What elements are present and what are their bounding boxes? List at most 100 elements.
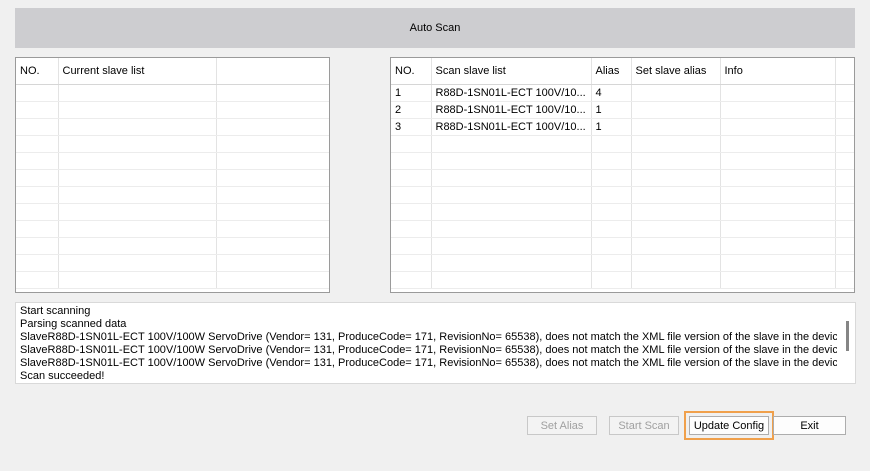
empty-row[interactable] (391, 203, 854, 221)
empty-row[interactable] (16, 135, 329, 153)
start-scan-button[interactable]: Start Scan (609, 416, 679, 435)
set-alias-button[interactable]: Set Alias (527, 416, 597, 435)
table-row[interactable]: 2 R88D-1SN01L-ECT 100V/10... 1 (391, 101, 854, 119)
table-cell (835, 169, 854, 187)
table-cell (58, 254, 217, 272)
table-cell (16, 101, 59, 119)
table-cell (720, 220, 836, 238)
table-cell (391, 237, 432, 255)
log-line: Start scanning (20, 305, 91, 317)
table-cell (16, 271, 59, 289)
table-cell (431, 271, 592, 289)
scan-log[interactable]: Start scanning Parsing scanned data SlaveR… (15, 302, 856, 384)
table-cell (431, 254, 592, 272)
table-cell: 2 (391, 101, 432, 119)
table-cell (16, 237, 59, 255)
empty-row[interactable] (16, 84, 329, 102)
table-cell: 1 (591, 118, 632, 136)
table-cell (58, 101, 217, 119)
exit-button[interactable]: Exit (773, 416, 846, 435)
empty-row[interactable] (16, 237, 329, 255)
col-header-alias[interactable]: Alias (591, 58, 632, 85)
empty-row[interactable] (16, 118, 329, 136)
col-header-no[interactable]: NO. (16, 58, 59, 85)
table-row[interactable]: 3 R88D-1SN01L-ECT 100V/10... 1 (391, 118, 854, 136)
col-header-current-slave-list[interactable]: Current slave list (58, 58, 217, 85)
table-cell: R88D-1SN01L-ECT 100V/10... (431, 101, 592, 119)
table-cell (58, 135, 217, 153)
scan-slave-grid[interactable]: NO. Scan slave list Alias Set slave alia… (390, 57, 855, 293)
empty-row[interactable] (391, 186, 854, 204)
table-cell (631, 254, 721, 272)
table-row[interactable]: 1 R88D-1SN01L-ECT 100V/10... 4 (391, 84, 854, 102)
table-cell (631, 220, 721, 238)
table-cell (58, 220, 217, 238)
col-header-no[interactable]: NO. (391, 58, 432, 85)
table-cell (58, 203, 217, 221)
col-header-set-slave-alias[interactable]: Set slave alias (631, 58, 721, 85)
empty-row[interactable] (16, 101, 329, 119)
empty-row[interactable] (391, 169, 854, 187)
table-cell (16, 135, 59, 153)
table-cell (591, 135, 632, 153)
table-cell (16, 152, 59, 170)
empty-row[interactable] (391, 271, 854, 289)
table-cell (631, 101, 721, 119)
table-cell (835, 220, 854, 238)
table-cell (58, 84, 217, 102)
log-scrollbar-thumb[interactable] (846, 321, 849, 351)
col-header-blank (216, 58, 329, 85)
table-cell (216, 271, 329, 289)
table-cell (216, 169, 329, 187)
empty-row[interactable] (391, 237, 854, 255)
empty-row[interactable] (16, 271, 329, 289)
empty-row[interactable] (16, 254, 329, 272)
col-header-info[interactable]: Info (720, 58, 836, 85)
table-cell (431, 237, 592, 255)
table-cell: 3 (391, 118, 432, 136)
table-cell (216, 118, 329, 136)
table-cell (835, 118, 854, 136)
table-cell (720, 101, 836, 119)
log-line: Parsing scanned data (20, 318, 127, 330)
update-config-button[interactable]: Update Config (684, 411, 774, 440)
table-cell (720, 169, 836, 187)
table-cell (631, 135, 721, 153)
table-cell: R88D-1SN01L-ECT 100V/10... (431, 84, 592, 102)
table-cell (391, 186, 432, 204)
table-cell (631, 271, 721, 289)
empty-row[interactable] (391, 135, 854, 153)
table-cell (591, 220, 632, 238)
table-cell (58, 152, 217, 170)
empty-row[interactable] (391, 220, 854, 238)
table-cell (216, 101, 329, 119)
table-cell (835, 203, 854, 221)
empty-row[interactable] (16, 186, 329, 204)
col-header-scan-slave-list[interactable]: Scan slave list (431, 58, 592, 85)
table-cell (16, 84, 59, 102)
table-cell (591, 186, 632, 204)
table-cell (391, 220, 432, 238)
table-cell: 1 (391, 84, 432, 102)
table-cell: 4 (591, 84, 632, 102)
empty-row[interactable] (16, 152, 329, 170)
log-line: SlaveR88D-1SN01L-ECT 100V/100W ServoDriv… (20, 357, 837, 369)
table-cell (391, 254, 432, 272)
empty-row[interactable] (391, 152, 854, 170)
empty-row[interactable] (16, 220, 329, 238)
log-line: SlaveR88D-1SN01L-ECT 100V/100W ServoDriv… (20, 331, 837, 343)
table-cell (216, 203, 329, 221)
table-cell (835, 101, 854, 119)
current-slave-grid[interactable]: NO. Current slave list (15, 57, 330, 293)
scan-log-lines: Start scanning Parsing scanned data SlaveR… (20, 305, 837, 383)
table-cell (835, 186, 854, 204)
empty-row[interactable] (16, 169, 329, 187)
table-cell (631, 237, 721, 255)
scan-slave-header-row: NO. Scan slave list Alias Set slave alia… (391, 58, 854, 85)
table-cell (720, 152, 836, 170)
empty-row[interactable] (16, 203, 329, 221)
table-cell (835, 84, 854, 102)
table-cell (631, 118, 721, 136)
empty-row[interactable] (391, 254, 854, 272)
table-cell (720, 84, 836, 102)
